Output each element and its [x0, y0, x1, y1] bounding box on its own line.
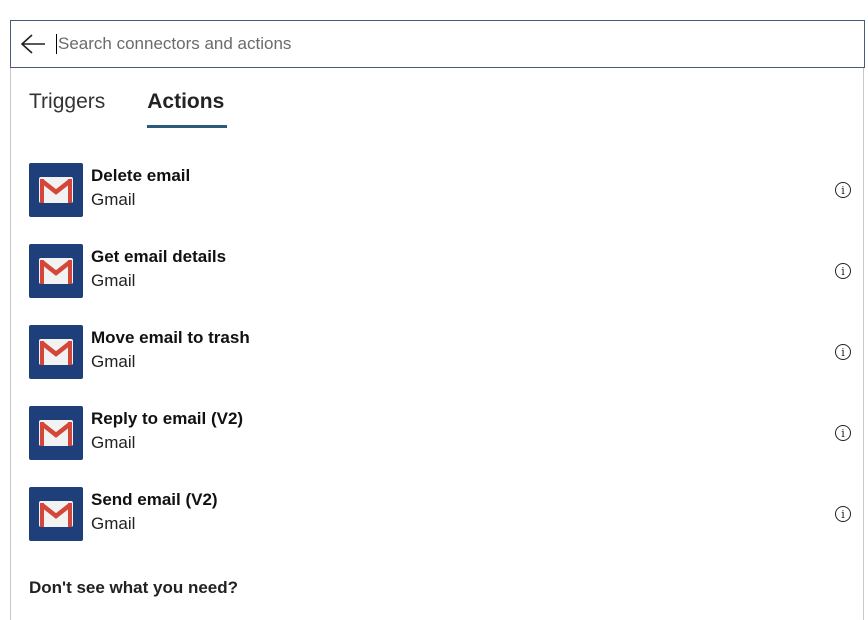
- info-icon[interactable]: i: [835, 344, 851, 360]
- info-icon[interactable]: i: [835, 263, 851, 279]
- action-connector: Gmail: [91, 271, 136, 290]
- action-connector: Gmail: [91, 514, 136, 533]
- info-icon[interactable]: i: [835, 425, 851, 441]
- action-item-send-email[interactable]: Send email (V2) Gmail i: [29, 487, 851, 541]
- action-title: Reply to email (V2): [91, 409, 244, 428]
- gmail-icon: [29, 163, 83, 217]
- action-connector: Gmail: [91, 190, 136, 209]
- tab-bar: Triggers Actions: [29, 90, 266, 128]
- tab-triggers[interactable]: Triggers: [29, 90, 105, 126]
- tab-actions[interactable]: Actions: [147, 90, 228, 128]
- gmail-icon: [29, 406, 83, 460]
- action-item-move-email-to-trash[interactable]: Move email to trash Gmail i: [29, 325, 851, 379]
- action-connector: Gmail: [91, 433, 136, 452]
- gmail-icon: [29, 244, 83, 298]
- action-title: Delete email: [91, 166, 191, 185]
- search-input[interactable]: [57, 34, 818, 54]
- gmail-icon: [29, 487, 83, 541]
- dont-see-prompt: Don't see what you need?: [29, 578, 239, 597]
- gmail-icon: [29, 325, 83, 379]
- action-connector: Gmail: [91, 352, 136, 371]
- action-list: Delete email Gmail i Get email details G…: [29, 163, 851, 568]
- action-title: Send email (V2): [91, 490, 218, 509]
- action-title: Get email details: [91, 247, 227, 266]
- action-title: Move email to trash: [91, 328, 250, 347]
- back-button[interactable]: [11, 21, 55, 67]
- back-arrow-icon: [20, 34, 45, 54]
- search-bar: [10, 20, 865, 68]
- action-item-reply-to-email[interactable]: Reply to email (V2) Gmail i: [29, 406, 851, 460]
- info-icon[interactable]: i: [835, 506, 851, 522]
- info-icon[interactable]: i: [835, 182, 851, 198]
- action-item-delete-email[interactable]: Delete email Gmail i: [29, 163, 851, 217]
- action-item-get-email-details[interactable]: Get email details Gmail i: [29, 244, 851, 298]
